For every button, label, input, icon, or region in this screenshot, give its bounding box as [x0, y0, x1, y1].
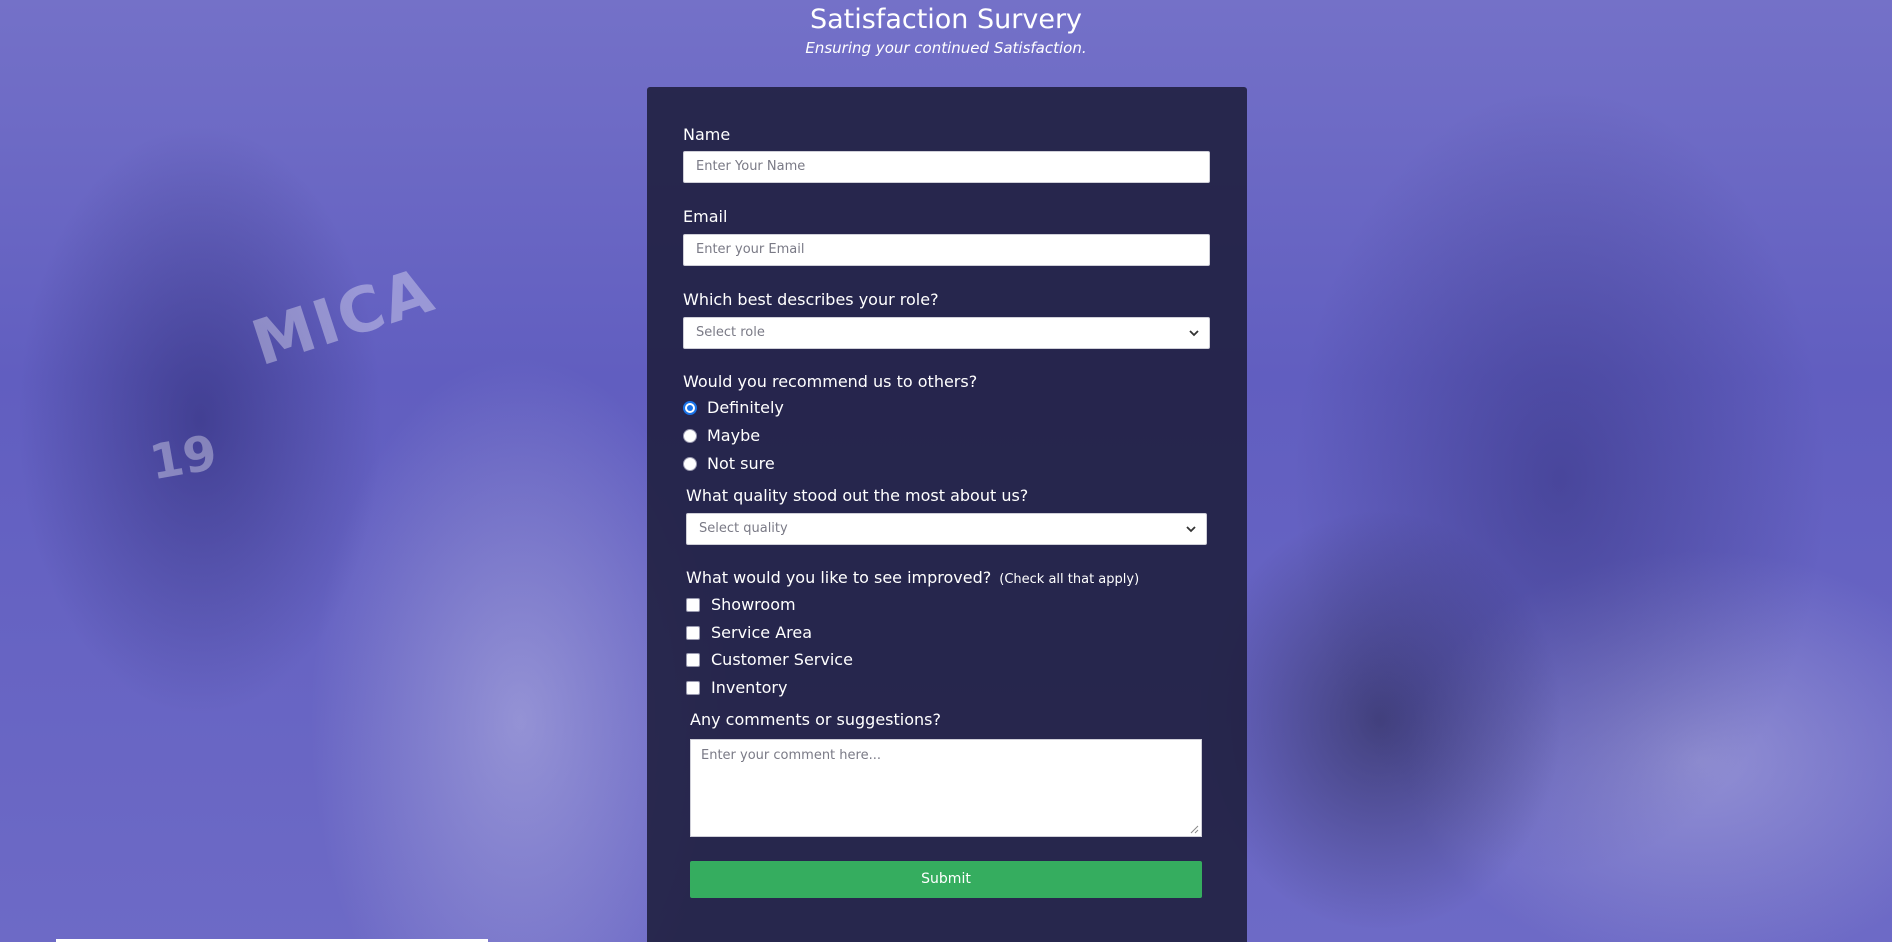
email-input[interactable]: Enter your Email	[683, 234, 1210, 266]
chevron-down-icon	[1189, 330, 1199, 337]
recommend-option-label: Definitely	[707, 398, 784, 417]
checkbox[interactable]	[686, 652, 700, 667]
improve-option-service-area[interactable]: Service Area	[686, 623, 812, 642]
improve-option-inventory[interactable]: Inventory	[686, 678, 787, 697]
improve-label-row: What would you like to see improved? (Che…	[686, 568, 1139, 587]
quality-label: What quality stood out the most about us…	[686, 486, 1029, 505]
page-subtitle: Ensuring your continued Satisfaction.	[805, 39, 1087, 57]
comments-placeholder: Enter your comment here...	[701, 748, 881, 763]
radio-button[interactable]	[683, 456, 697, 471]
comments-textarea[interactable]: Enter your comment here...	[690, 739, 1202, 837]
role-label: Which best describes your role?	[683, 290, 939, 309]
improve-option-customer-service[interactable]: Customer Service	[686, 650, 853, 669]
chevron-down-icon	[1186, 526, 1196, 533]
checkbox[interactable]	[686, 680, 700, 695]
quality-select-value: Select quality	[699, 521, 788, 536]
quality-select[interactable]: Select quality	[686, 513, 1207, 545]
improve-option-label: Service Area	[711, 623, 813, 642]
email-label: Email	[683, 207, 728, 226]
recommend-option-not-sure[interactable]: Not sure	[683, 454, 775, 473]
role-select-value: Select role	[696, 325, 765, 340]
improve-option-label: Showroom	[711, 595, 796, 614]
name-input[interactable]: Enter Your Name	[683, 151, 1210, 183]
checkbox[interactable]	[686, 625, 700, 640]
radio-button[interactable]	[683, 400, 697, 415]
page-title: Satisfaction Survery	[809, 4, 1083, 35]
recommend-option-definitely[interactable]: Definitely	[683, 398, 784, 417]
improve-option-label: Inventory	[711, 678, 788, 697]
improve-option-label: Customer Service	[711, 650, 853, 669]
improve-option-showroom[interactable]: Showroom	[686, 595, 796, 614]
name-label: Name	[683, 125, 731, 144]
survey-form: Name Enter Your Name Email Enter your Em…	[647, 87, 1247, 942]
page-header: Satisfaction Survery Ensuring your conti…	[0, 0, 1892, 57]
resize-grip-icon[interactable]	[1190, 825, 1199, 834]
recommend-label: Would you recommend us to others?	[683, 372, 978, 391]
recommend-option-label: Not sure	[707, 454, 775, 473]
recommend-option-label: Maybe	[707, 426, 761, 445]
checkbox[interactable]	[686, 597, 700, 612]
recommend-option-maybe[interactable]: Maybe	[683, 426, 760, 445]
role-select[interactable]: Select role	[683, 317, 1210, 349]
improve-hint: (Check all that apply)	[999, 572, 1140, 587]
comments-label: Any comments or suggestions?	[690, 710, 941, 729]
improve-label: What would you like to see improved?	[686, 568, 992, 587]
radio-button[interactable]	[683, 428, 697, 443]
background-shirt-number: 19	[145, 424, 222, 492]
submit-button[interactable]: Submit	[690, 861, 1202, 898]
